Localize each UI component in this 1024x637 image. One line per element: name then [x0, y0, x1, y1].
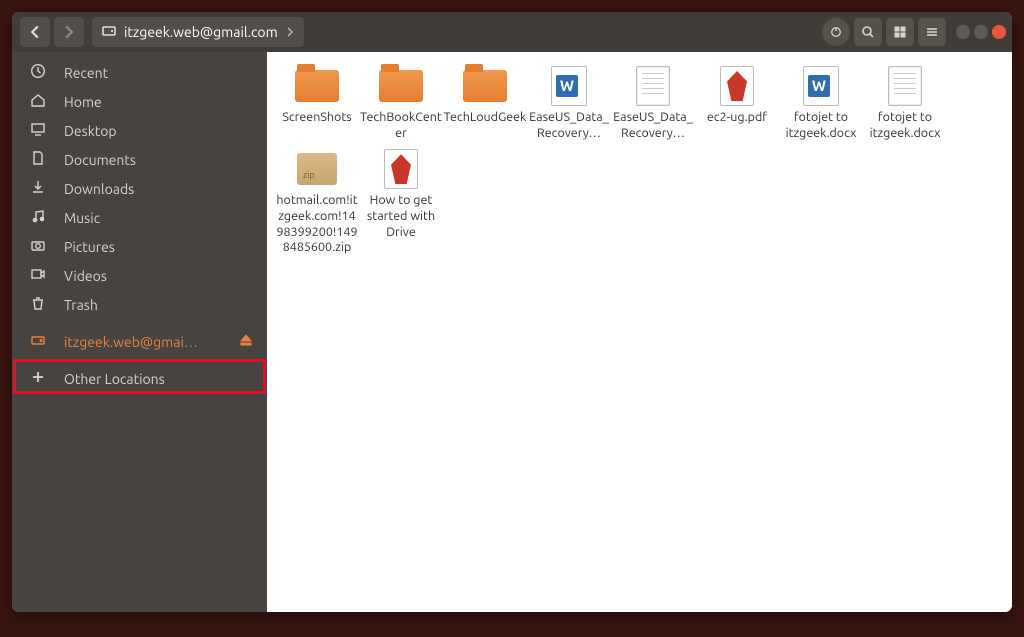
sidebar-item-label: Trash [64, 297, 98, 313]
file-label: How to get started with Drive [359, 193, 443, 240]
video-icon [30, 266, 46, 285]
music-icon [30, 208, 46, 227]
file-item[interactable]: hotmail.com!itzgeek.com!1498399200!14984… [275, 145, 359, 260]
sidebar-item-desktop[interactable]: Desktop [12, 116, 267, 145]
file-item[interactable]: How to get started with Drive [359, 145, 443, 260]
file-label: TechBookCenter [359, 110, 443, 141]
word-icon [797, 66, 845, 106]
download-icon [30, 179, 46, 198]
view-toggle-button[interactable] [886, 18, 914, 46]
minimize-button[interactable] [956, 25, 970, 39]
file-item[interactable]: TechLoudGeek [443, 62, 527, 145]
camera-icon [30, 237, 46, 256]
sidebar-item-label: itzgeek.web@gmai… [64, 334, 198, 350]
pdf-icon [377, 149, 425, 189]
clock-icon [30, 63, 46, 82]
chevron-right-icon [286, 24, 294, 40]
titlebar: itzgeek.web@gmail.com [12, 12, 1012, 52]
window-controls [956, 25, 1006, 39]
sidebar-item-label: Pictures [64, 239, 115, 255]
sidebar-item-documents[interactable]: Documents [12, 145, 267, 174]
sidebar-item-recent[interactable]: Recent [12, 58, 267, 87]
file-item[interactable]: fotojet to itzgeek.docx [863, 62, 947, 145]
path-bar[interactable]: itzgeek.web@gmail.com [92, 17, 304, 47]
sidebar-item-label: Recent [64, 65, 108, 81]
file-label: TechLoudGeek [444, 110, 527, 126]
doc-icon [30, 150, 46, 169]
sidebar-item-label: Documents [64, 152, 136, 168]
folder-icon [293, 66, 341, 106]
sidebar-item-pictures[interactable]: Pictures [12, 232, 267, 261]
sidebar-item-home[interactable]: Home [12, 87, 267, 116]
file-label: hotmail.com!itzgeek.com!1498399200!14984… [275, 193, 359, 256]
file-item[interactable]: TechBookCenter [359, 62, 443, 145]
zip-icon [293, 149, 341, 189]
file-label: ec2-ug.pdf [707, 110, 767, 126]
sidebar-item-other-locations[interactable]: Other Locations [12, 364, 267, 393]
file-label: ScreenShots [282, 110, 351, 126]
eject-button[interactable] [239, 333, 253, 350]
drive-icon [30, 332, 46, 351]
sidebar-item-label: Videos [64, 268, 107, 284]
sidebar-item-downloads[interactable]: Downloads [12, 174, 267, 203]
file-label: EaseUS_Data_Recovery… [527, 110, 611, 141]
sidebar-item-music[interactable]: Music [12, 203, 267, 232]
sidebar-item-label: Music [64, 210, 100, 226]
home-icon [30, 92, 46, 111]
search-button[interactable] [854, 18, 882, 46]
folder-icon [377, 66, 425, 106]
file-manager-window: itzgeek.web@gmail.com Recent Home Desktop D… [12, 12, 1012, 612]
sidebar: Recent Home Desktop Documents Downloads Music… [12, 52, 267, 612]
sidebar-item-label: Other Locations [64, 371, 165, 387]
maximize-button[interactable] [974, 25, 988, 39]
word-icon [545, 66, 593, 106]
file-view[interactable]: ScreenShotsTechBookCenterTechLoudGeekEas… [267, 52, 1012, 612]
pdf-icon [713, 66, 761, 106]
sidebar-item-trash[interactable]: Trash [12, 290, 267, 319]
back-button[interactable] [20, 17, 50, 47]
folder-icon [461, 66, 509, 106]
sidebar-item-videos[interactable]: Videos [12, 261, 267, 290]
sidebar-item-itzgeek-web-gmai-[interactable]: itzgeek.web@gmai… [12, 327, 267, 356]
file-item[interactable]: EaseUS_Data_Recovery… [611, 62, 695, 145]
doc-icon [629, 66, 677, 106]
file-item[interactable]: EaseUS_Data_Recovery… [527, 62, 611, 145]
sidebar-item-label: Desktop [64, 123, 117, 139]
file-item[interactable]: fotojet to itzgeek.docx [779, 62, 863, 145]
sidebar-item-label: Downloads [64, 181, 134, 197]
power-button[interactable] [822, 18, 850, 46]
menu-button[interactable] [918, 18, 946, 46]
file-label: fotojet to itzgeek.docx [779, 110, 863, 141]
file-item[interactable]: ScreenShots [275, 62, 359, 145]
close-button[interactable] [992, 25, 1006, 39]
desktop-icon [30, 121, 46, 140]
file-item[interactable]: ec2-ug.pdf [695, 62, 779, 145]
drive-icon [102, 24, 116, 41]
file-label: fotojet to itzgeek.docx [863, 110, 947, 141]
sidebar-item-label: Home [64, 94, 102, 110]
path-label: itzgeek.web@gmail.com [124, 24, 278, 40]
doc-icon [881, 66, 929, 106]
forward-button[interactable] [54, 17, 84, 47]
trash-icon [30, 295, 46, 314]
plus-icon [30, 369, 46, 388]
file-label: EaseUS_Data_Recovery… [611, 110, 695, 141]
